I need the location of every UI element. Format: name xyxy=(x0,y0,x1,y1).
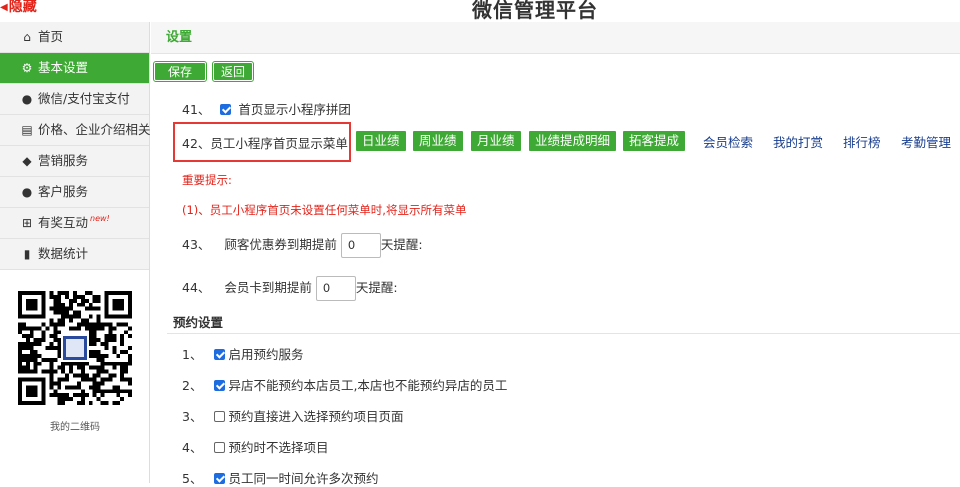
sidebar-item-label: 微信/支付宝支付 xyxy=(38,91,130,106)
sidebar-item-home[interactable]: ⌂ 首页 xyxy=(0,22,149,53)
tag-icon: ◆ xyxy=(22,154,32,168)
arrow-left-icon: ◀ xyxy=(0,2,8,13)
checkbox-booking-5[interactable] xyxy=(214,473,226,484)
setting-label: 启用预约服务 xyxy=(228,347,304,362)
document-icon: ▤ xyxy=(21,123,33,137)
sidebar-item-label: 客户服务 xyxy=(38,184,89,199)
row-number: 4、 xyxy=(182,440,203,455)
menu-button-daily[interactable]: 日业绩 xyxy=(356,131,406,151)
checkbox-booking-4[interactable] xyxy=(214,442,226,453)
sidebar-item-marketing[interactable]: ◆ 营销服务 xyxy=(0,146,149,177)
row-number: 2、 xyxy=(182,378,203,393)
menu-button-weekly[interactable]: 周业绩 xyxy=(413,131,463,151)
setting-row-44: 44、 会员卡到期提前 0 天提醒: xyxy=(182,276,398,301)
checkbox-41[interactable] xyxy=(220,104,232,115)
checkbox-booking-3[interactable] xyxy=(214,411,226,422)
booking-row-5: 5、 员工同一时间允许多次预约 xyxy=(182,468,378,487)
sidebar-item-interaction[interactable]: ⊞ 有奖互动 new! xyxy=(0,208,149,239)
money-bag-icon: ● xyxy=(21,92,33,106)
booking-row-4: 4、 预约时不选择项目 xyxy=(182,437,328,456)
hide-label[interactable]: 隐藏 xyxy=(9,0,37,15)
save-button[interactable]: 保存 xyxy=(152,61,208,82)
sidebar-item-label: 数据统计 xyxy=(38,246,89,261)
checkbox-booking-1[interactable] xyxy=(214,349,226,360)
row-number: 44、 xyxy=(182,280,211,295)
setting-suffix: 天提醒: xyxy=(355,280,398,295)
menu-button-commission[interactable]: 业绩提成明细 xyxy=(529,131,617,151)
top-bar: ◀隐藏 微信管理平台 xyxy=(0,0,960,22)
setting-label: 预约直接进入选择预约项目页面 xyxy=(228,409,404,424)
main-content: 设置 保存 返回 41、 首页显示小程序拼团 42、员工小程序首页显示菜单 日业… xyxy=(151,22,960,486)
coupon-days-input[interactable]: 0 xyxy=(340,233,381,258)
sidebar-item-label: 基本设置 xyxy=(38,60,89,75)
menu-link-tips[interactable]: 我的打赏 xyxy=(773,132,823,151)
sidebar-item-statistics[interactable]: ▮ 数据统计 xyxy=(0,239,149,270)
member-card-days-input[interactable]: 0 xyxy=(315,276,356,301)
setting-label: 预约时不选择项目 xyxy=(228,440,329,455)
user-icon: ● xyxy=(21,185,33,199)
row-number: 43、 xyxy=(182,237,211,252)
setting-label: 首页显示小程序拼团 xyxy=(238,102,351,117)
sidebar-item-label: 首页 xyxy=(38,29,64,44)
setting-suffix: 天提醒: xyxy=(380,237,423,252)
section-divider xyxy=(167,333,960,334)
notice-text: (1)、员工小程序首页未设置任何菜单时,将显示所有菜单 xyxy=(182,203,467,217)
row-number: 41、 xyxy=(182,102,211,117)
setting-label: 异店不能预约本店员工,本店也不能预约异店的员工 xyxy=(228,378,508,393)
checkbox-booking-2[interactable] xyxy=(214,380,226,391)
sidebar: ⌂ 首页 ⚙ 基本设置 ● 微信/支付宝支付 ▤ 价格、企业介绍相关 ◆ 营销服务 ● 客户… xyxy=(0,22,151,483)
qr-caption: 我的二维码 xyxy=(50,422,100,433)
booking-row-3: 3、 预约直接进入选择预约项目页面 xyxy=(182,406,403,425)
sidebar-item-label: 营销服务 xyxy=(38,153,89,168)
setting-row-43: 43、 顾客优惠券到期提前 0 天提醒: xyxy=(182,233,423,258)
notice-title: 重要提示: xyxy=(182,173,232,187)
qr-code xyxy=(18,291,132,405)
menu-button-monthly[interactable]: 月业绩 xyxy=(471,131,521,151)
setting-label: 顾客优惠券到期提前 xyxy=(224,237,337,252)
setting-label: 员工同一时间允许多次预约 xyxy=(228,471,379,486)
setting-label: 员工小程序首页显示菜单 xyxy=(210,136,348,151)
gear-icon: ⚙ xyxy=(21,61,33,75)
sidebar-item-label: 有奖互动 xyxy=(38,215,89,230)
setting-label: 会员卡到期提前 xyxy=(224,280,312,295)
booking-row-2: 2、 异店不能预约本店员工,本店也不能预约异店的员工 xyxy=(182,375,507,394)
sidebar-item-label: 价格、企业介绍相关 xyxy=(38,122,151,137)
new-badge: new! xyxy=(90,214,110,223)
hide-sidebar-link[interactable]: ◀隐藏 xyxy=(0,0,37,16)
menu-link-attendance[interactable]: 考勤管理 xyxy=(901,132,951,151)
sidebar-item-price-company[interactable]: ▤ 价格、企业介绍相关 xyxy=(0,115,151,146)
booking-row-1: 1、 启用预约服务 xyxy=(182,344,303,363)
menu-link-member-search[interactable]: 会员检索 xyxy=(703,132,753,151)
sidebar-item-payment[interactable]: ● 微信/支付宝支付 xyxy=(0,84,149,115)
row-number: 42、 xyxy=(182,136,211,151)
menu-button-expansion[interactable]: 拓客提成 xyxy=(623,131,686,151)
row-number: 1、 xyxy=(182,347,203,362)
setting-row-41: 41、 首页显示小程序拼团 xyxy=(182,99,351,118)
brand-title: 微信管理平台 xyxy=(472,0,598,22)
gift-icon: ⊞ xyxy=(21,216,33,230)
sidebar-item-basic-settings[interactable]: ⚙ 基本设置 xyxy=(0,53,149,84)
bar-chart-icon: ▮ xyxy=(23,247,31,261)
setting-row-42: 42、员工小程序首页显示菜单 xyxy=(182,133,348,152)
back-button[interactable]: 返回 xyxy=(211,61,255,82)
booking-section-title: 预约设置 xyxy=(173,315,224,330)
section-title: 设置 xyxy=(151,22,960,54)
menu-link-ranking[interactable]: 排行榜 xyxy=(843,132,881,151)
sidebar-item-customer-service[interactable]: ● 客户服务 xyxy=(0,177,149,208)
row-number: 3、 xyxy=(182,409,203,424)
home-icon: ⌂ xyxy=(23,30,31,44)
row-number: 5、 xyxy=(182,471,203,486)
qr-code-image xyxy=(18,291,132,405)
